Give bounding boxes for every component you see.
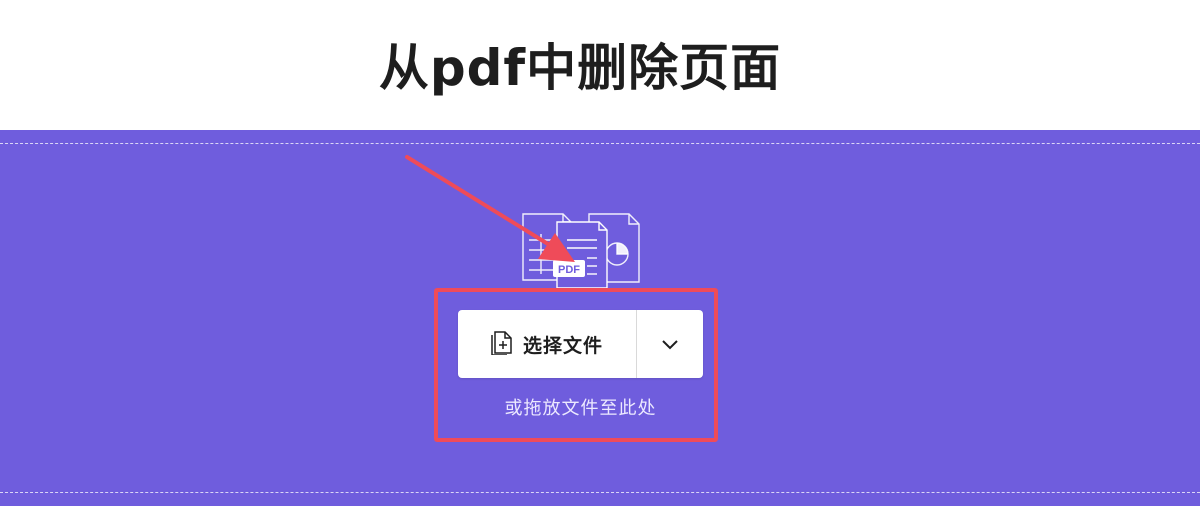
annotation-highlight-box: [434, 288, 718, 442]
file-drop-zone[interactable]: PDF 选择文件 或拖放文件至此处: [0, 130, 1200, 506]
page: 从pdf中删除页面 PDF 选择文件 或拖放文件至此处: [0, 0, 1200, 506]
pdf-doc-icon: PDF: [553, 221, 608, 289]
file-types-illustration: PDF: [522, 213, 640, 289]
drop-zone-top-border: [0, 143, 1200, 144]
pdf-badge-label: PDF: [558, 264, 580, 276]
drop-zone-bottom-border: [0, 492, 1200, 493]
page-title: 从pdf中删除页面: [378, 39, 782, 97]
